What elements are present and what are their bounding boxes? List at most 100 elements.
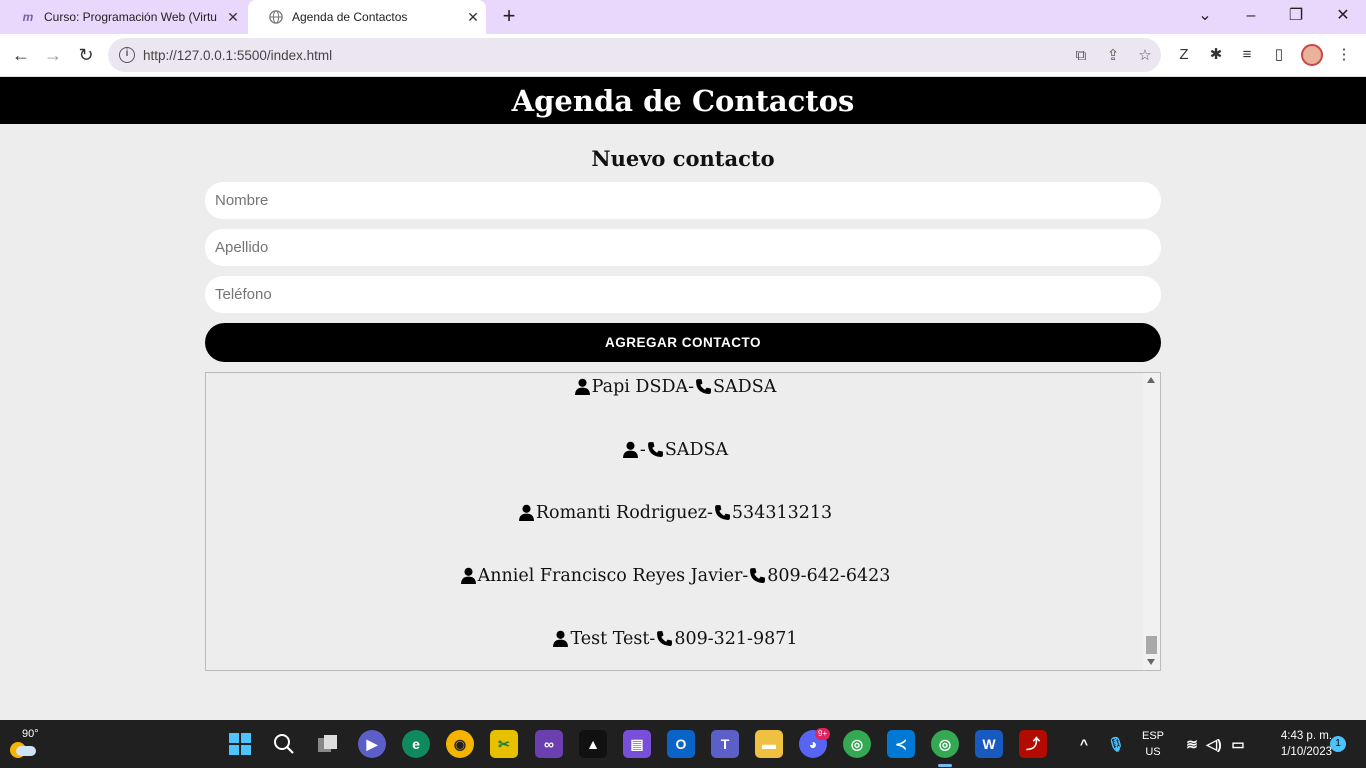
contact-phone: 534313213	[731, 502, 833, 523]
contact-name: Anniel Francisco Reyes Javier	[477, 565, 743, 586]
search-icon[interactable]	[270, 730, 298, 758]
clipchamp-icon[interactable]: ▤	[623, 730, 651, 758]
contact-separator: -	[742, 565, 749, 586]
apellido-input[interactable]	[205, 229, 1161, 266]
tab-search-icon[interactable]: ⌄	[1193, 4, 1217, 28]
contact-item: Test Test - 809-321-9871	[206, 607, 1143, 670]
scroll-thumb[interactable]	[1146, 636, 1157, 654]
person-icon	[574, 378, 590, 395]
add-contact-button[interactable]: AGREGAR CONTACTO	[205, 323, 1161, 362]
chrome-profile-a-icon[interactable]: ◎	[843, 730, 871, 758]
forward-button[interactable]: →	[40, 42, 66, 68]
close-tab-icon[interactable]: ✕	[220, 9, 246, 26]
microphone-icon[interactable]: 🎙	[1102, 730, 1130, 758]
phone-icon	[657, 631, 673, 646]
maximize-button[interactable]: ❐	[1284, 4, 1308, 28]
profile-avatar[interactable]	[1301, 44, 1323, 66]
windows-taskbar: 90° ▶ e ◉ ✂ ∞ ▲ ▤ O T ▬ ◕ 9+ ◎ ≺ ◎ W ⤴ ^…	[0, 720, 1366, 768]
phone-icon	[750, 568, 766, 583]
reload-button[interactable]: ↻	[73, 42, 99, 68]
side-panel-icon[interactable]: ▯	[1268, 44, 1290, 66]
chrome-icon[interactable]: ◎	[931, 730, 959, 767]
word-icon[interactable]: W	[975, 730, 1003, 758]
tab-title: Agenda de Contactos	[292, 10, 408, 24]
contact-item: Anniel Francisco Reyes Javier - 809-642-…	[206, 544, 1143, 607]
phone-icon	[714, 505, 730, 520]
close-window-button[interactable]: ✕	[1331, 4, 1355, 28]
moodle-icon: m	[22, 10, 34, 24]
input-language[interactable]: ESP US	[1140, 728, 1166, 760]
back-button[interactable]: ←	[8, 42, 34, 68]
task-view-icon[interactable]	[314, 730, 342, 758]
tab-agenda[interactable]: Agenda de Contactos ✕	[248, 0, 486, 34]
teams-chat-icon[interactable]: ▶	[358, 730, 386, 758]
clock-time: 4:43 p. m.	[1280, 730, 1332, 742]
telefono-input[interactable]	[205, 276, 1161, 313]
new-tab-button[interactable]: +	[497, 5, 521, 29]
weather-temp: 90°	[22, 728, 39, 740]
extensions-puzzle-icon[interactable]: ✱	[1205, 44, 1227, 66]
phone-icon	[647, 442, 663, 457]
contact-item: Romanti Rodriguez - 534313213	[206, 481, 1143, 544]
share-icon[interactable]: ⇪	[1097, 46, 1129, 64]
language-code: ESP	[1141, 730, 1164, 742]
acrobat-icon[interactable]: ⤴	[1019, 730, 1047, 758]
list-scrollbar[interactable]	[1143, 373, 1160, 670]
contact-phone: 809-642-6423	[767, 565, 891, 586]
url-text[interactable]: http://127.0.0.1:5500/index.html	[143, 48, 1065, 63]
contact-phone: SADSA	[664, 439, 729, 460]
vscode-icon[interactable]: ≺	[887, 730, 915, 758]
zotero-extension-icon[interactable]: Z	[1173, 44, 1195, 66]
snipping-tool-icon[interactable]: ✂	[490, 730, 518, 758]
affinity-icon[interactable]: ▲	[579, 730, 607, 758]
person-icon	[553, 630, 569, 647]
norton-icon[interactable]: ◉	[446, 730, 474, 758]
contact-name: Romanti Rodriguez	[535, 502, 707, 523]
battery-icon[interactable]: ▭	[1224, 730, 1252, 758]
discord-badge: 9+	[815, 728, 831, 740]
tab-title: Curso: Programación Web (Virtu	[44, 10, 217, 24]
contact-item: - SADSA	[206, 418, 1143, 481]
contact-phone: SADSA	[713, 376, 777, 397]
close-tab-icon[interactable]: ✕	[460, 9, 486, 26]
menu-kebab-icon[interactable]: ⋮	[1333, 44, 1355, 66]
clock-date: 1/10/2023	[1280, 746, 1332, 758]
contact-item: Papi DSDA - SADSA	[206, 373, 1143, 418]
person-icon	[460, 567, 476, 584]
contact-separator: -	[649, 628, 656, 649]
edge-browser-icon[interactable]: e	[402, 730, 430, 758]
scroll-up-arrow-icon[interactable]	[1147, 377, 1155, 383]
nombre-input[interactable]	[205, 182, 1161, 219]
system-clock[interactable]: 4:43 p. m. 1/10/2023	[1254, 728, 1332, 760]
translate-icon[interactable]: ⧉	[1065, 47, 1097, 64]
form-title: Nuevo contacto	[591, 146, 775, 171]
scroll-down-arrow-icon[interactable]	[1147, 659, 1155, 665]
chevron-up-icon[interactable]: ^	[1070, 730, 1098, 758]
file-explorer-icon[interactable]: ▬	[755, 730, 783, 758]
tab-curso[interactable]: m Curso: Programación Web (Virtu ✕	[0, 0, 246, 34]
visual-studio-icon[interactable]: ∞	[535, 730, 563, 758]
site-info-icon[interactable]: i	[119, 47, 135, 63]
contact-separator: -	[707, 502, 713, 523]
address-bar[interactable]: i http://127.0.0.1:5500/index.html ⧉ ⇪ ☆	[108, 38, 1161, 72]
contact-separator: -	[639, 439, 646, 460]
media-control-icon[interactable]: ≡	[1236, 44, 1258, 66]
outlook-icon[interactable]: O	[667, 730, 695, 758]
bookmark-star-icon[interactable]: ☆	[1129, 46, 1161, 64]
person-icon	[518, 504, 534, 521]
page-content: Agenda de Contactos Nuevo contacto AGREG…	[0, 77, 1366, 720]
contact-phone: 809-321-9871	[674, 628, 798, 649]
contact-name: Test Test	[570, 628, 650, 649]
minimize-button[interactable]: –	[1239, 4, 1263, 28]
globe-icon	[268, 9, 284, 25]
notification-badge[interactable]: 1	[1330, 736, 1346, 752]
start-windows-icon[interactable]	[226, 730, 254, 758]
cloud-icon	[16, 746, 36, 756]
weather-widget[interactable]: 90°	[8, 728, 40, 760]
contact-list[interactable]: Papi DSDA - SADSA - SADSA Romanti Rodrig…	[205, 372, 1161, 671]
person-icon	[622, 441, 638, 458]
teams-icon[interactable]: T	[711, 730, 739, 758]
tab-strip: m Curso: Programación Web (Virtu ✕ Agend…	[0, 0, 1366, 34]
phone-icon	[696, 379, 711, 394]
page-header: Agenda de Contactos	[0, 77, 1366, 124]
